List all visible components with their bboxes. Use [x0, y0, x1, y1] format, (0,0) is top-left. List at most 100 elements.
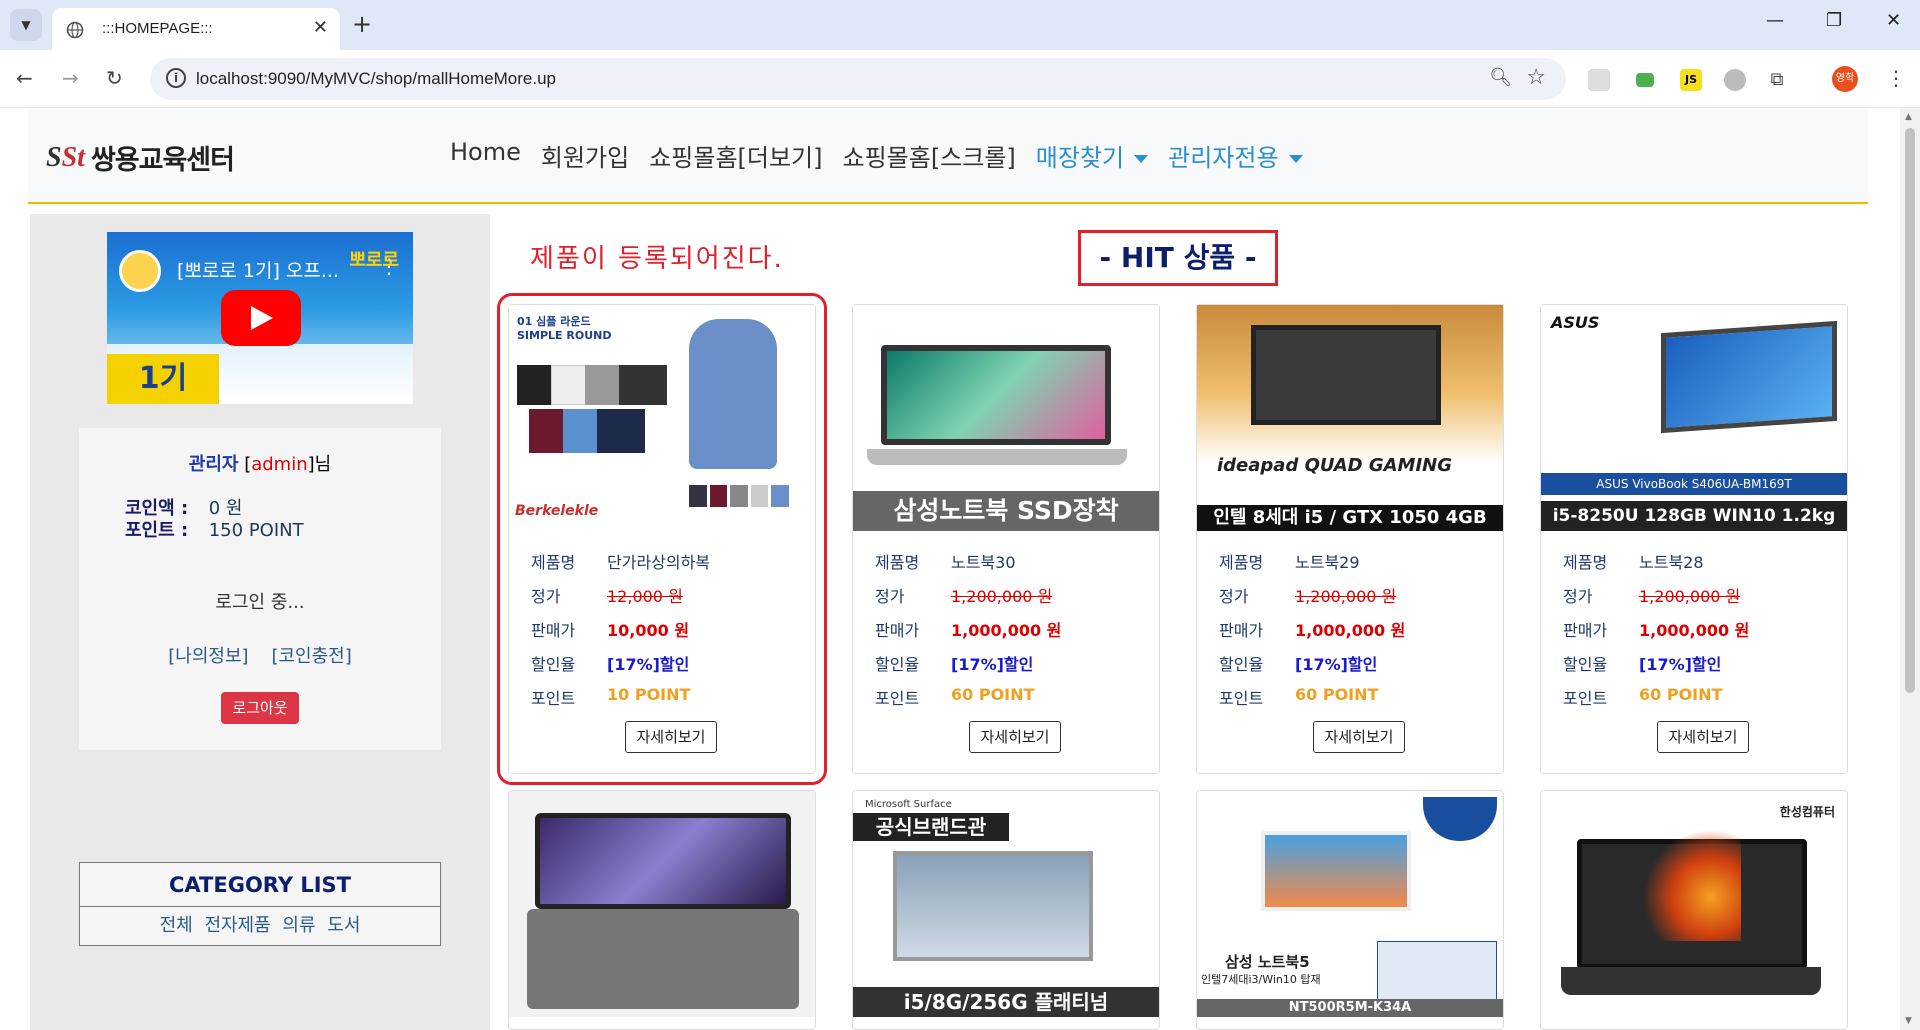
product-image-brand: 공식브랜드관: [853, 813, 1009, 841]
product-card[interactable]: ideapad QUAD GAMING 인텔 8세대 i5 / GTX 1050…: [1196, 304, 1504, 774]
product-image[interactable]: ideapad QUAD GAMING 인텔 8세대 i5 / GTX 1050…: [1197, 305, 1503, 531]
tab-title: :::HOMEPAGE:::: [102, 20, 213, 37]
menu-mall-more[interactable]: 쇼핑몰홈[더보기]: [649, 138, 822, 173]
product-name: 노트북30: [951, 553, 1016, 572]
my-info-link[interactable]: [나의정보]: [168, 646, 248, 667]
menu-store-finder-label: 매장찾기: [1035, 144, 1125, 172]
product-card[interactable]: [508, 790, 816, 1030]
product-discount: [17%]할인: [607, 655, 690, 674]
globe-icon: [66, 21, 84, 39]
close-tab-icon[interactable]: ✕: [313, 17, 328, 38]
product-image-caption: i5-8250U 128GB WIN10 1.2kg: [1541, 501, 1847, 531]
category-title: CATEGORY LIST: [80, 863, 440, 907]
product-card[interactable]: ASUS ASUS VivoBook S406UA-BM169T i5-8250…: [1540, 304, 1848, 774]
scroll-up-icon[interactable]: ▲: [1905, 112, 1912, 122]
page-scrollbar[interactable]: ▲ ▼: [1900, 108, 1920, 1030]
label-list-price: 정가: [531, 587, 561, 606]
product-point: 60 POINT: [1295, 685, 1379, 704]
video-embed[interactable]: [뽀로로 1기] 오프... ⋮ 뽀로로 1기: [107, 232, 413, 404]
minimize-icon[interactable]: —: [1766, 10, 1784, 31]
product-image[interactable]: 삼성 노트북5 인텔7세대i3/Win10 탑재 NT500R5M-K34A: [1197, 791, 1503, 1017]
product-sale-price: 1,000,000 원: [1295, 621, 1406, 640]
browser-tab[interactable]: :::HOMEPAGE::: ✕: [52, 8, 340, 50]
scroll-down-icon[interactable]: ▼: [1905, 1016, 1912, 1026]
js-extension-icon[interactable]: JS: [1680, 69, 1702, 91]
register-note: 제품이 등록되어진다.: [530, 244, 784, 274]
main-content: 제품이 등록되어진다. - HIT 상품 - 01 심플 라운드 SIMPLE …: [490, 214, 1868, 1030]
back-arrow-icon[interactable]: ←: [16, 66, 33, 90]
detail-button[interactable]: 자세히보기: [1313, 721, 1405, 753]
label-list-price: 정가: [875, 587, 905, 606]
logo-mark: SSt: [46, 141, 85, 173]
new-tab-button[interactable]: +: [352, 10, 372, 38]
close-window-icon[interactable]: ✕: [1886, 10, 1901, 31]
menu-mall-scroll[interactable]: 쇼핑몰홈[스크롤]: [843, 138, 1016, 173]
product-list-price: 12,000 원: [607, 587, 683, 606]
site-info-icon[interactable]: i: [166, 68, 186, 88]
main-menu: Home 회원가입 쇼핑몰홈[더보기] 쇼핑몰홈[스크롤] 매장찾기 관리자전용: [450, 138, 1303, 173]
menu-admin[interactable]: 관리자전용: [1168, 138, 1303, 173]
label-point: 포인트: [1563, 689, 1608, 708]
extension-icon-2[interactable]: [1636, 73, 1654, 87]
product-discount: [17%]할인: [1639, 655, 1722, 674]
label-sale-price: 판매가: [1219, 621, 1264, 640]
product-image[interactable]: [509, 791, 815, 1017]
product-card[interactable]: 삼성노트북 SSD장착 제품명 노트북30 정가 1,200,000 원 판매가 1,…: [852, 304, 1160, 774]
menu-home[interactable]: Home: [450, 138, 521, 173]
menu-signup[interactable]: 회원가입: [541, 138, 629, 173]
logout-button[interactable]: 로그아웃: [221, 692, 299, 724]
restore-icon[interactable]: ❐: [1826, 10, 1842, 31]
product-image[interactable]: ASUS ASUS VivoBook S406UA-BM169T i5-8250…: [1541, 305, 1847, 531]
category-electronics[interactable]: 전자제품: [204, 915, 270, 936]
category-clothing[interactable]: 의류: [282, 915, 315, 936]
forward-arrow-icon[interactable]: →: [62, 66, 79, 90]
zoom-icon[interactable]: 🔍︎: [1489, 67, 1512, 88]
tab-search-button[interactable]: ▼: [10, 9, 42, 41]
label-list-price: 정가: [1563, 587, 1593, 606]
product-point: 60 POINT: [1639, 685, 1723, 704]
caret-down-icon: [1288, 155, 1303, 163]
product-image[interactable]: 01 심플 라운드 SIMPLE ROUND Berkelekle: [509, 305, 815, 531]
detail-button[interactable]: 자세히보기: [1657, 721, 1749, 753]
login-info-box: 관리자 [admin]님 코인액 : 0 원 포인트 : 150 POINT 로…: [79, 428, 441, 750]
product-image-caption: 01 심플 라운드 SIMPLE ROUND: [517, 315, 612, 342]
address-bar[interactable]: i localhost:9090/MyMVC/shop/mallHomeMore…: [150, 58, 1566, 100]
product-sale-price: 1,000,000 원: [951, 621, 1062, 640]
bookmark-star-icon[interactable]: ☆: [1526, 65, 1546, 90]
product-card[interactable]: 삼성 노트북5 인텔7세대i3/Win10 탑재 NT500R5M-K34A: [1196, 790, 1504, 1030]
coin-charge-link[interactable]: [코인충전]: [271, 646, 351, 667]
product-image[interactable]: 삼성노트북 SSD장착: [853, 305, 1159, 531]
product-discount: [17%]할인: [1295, 655, 1378, 674]
product-card[interactable]: 01 심플 라운드 SIMPLE ROUND Berkelekle 제품명 단가라…: [497, 293, 827, 785]
detail-button[interactable]: 자세히보기: [625, 721, 717, 753]
user-name: 관리자: [188, 454, 239, 475]
label-discount: 할인율: [1219, 655, 1264, 674]
product-image-small: Microsoft Surface: [865, 799, 952, 810]
product-image-small: 인텔7세대i3/Win10 탑재: [1201, 973, 1321, 986]
puzzle-extensions-icon[interactable]: ⧉: [1766, 69, 1788, 91]
product-image[interactable]: Microsoft Surface 공식브랜드관 i5/8G/256G 플래티넘: [853, 791, 1159, 1017]
category-books[interactable]: 도서: [327, 915, 360, 936]
product-point: 60 POINT: [951, 685, 1035, 704]
profile-avatar[interactable]: 영학: [1832, 66, 1858, 92]
detail-button[interactable]: 자세히보기: [969, 721, 1061, 753]
url-text[interactable]: localhost:9090/MyMVC/shop/mallHomeMore.u…: [196, 69, 556, 89]
label-point: 포인트: [1219, 689, 1264, 708]
point-row: 포인트 : 150 POINT: [125, 516, 304, 542]
reload-icon[interactable]: ↻: [106, 66, 123, 90]
menu-dots-icon[interactable]: ⋮: [1886, 66, 1906, 90]
menu-store-finder[interactable]: 매장찾기: [1035, 138, 1149, 173]
product-card[interactable]: 한성컴퓨터: [1540, 790, 1848, 1030]
product-info: 제품명 노트북30 정가 1,200,000 원 판매가 1,000,000 원 할인…: [875, 549, 1061, 719]
extension-icon-1[interactable]: [1588, 69, 1610, 91]
product-name: 노트북28: [1639, 553, 1704, 572]
video-title[interactable]: [뽀로로 1기] 오프...: [177, 256, 339, 283]
site-logo[interactable]: SSt 쌍용교육센터: [46, 138, 235, 177]
label-discount: 할인율: [531, 655, 576, 674]
scrollbar-thumb[interactable]: [1905, 128, 1915, 693]
bug-extension-icon[interactable]: [1724, 69, 1746, 91]
product-card[interactable]: Microsoft Surface 공식브랜드관 i5/8G/256G 플래티넘: [852, 790, 1160, 1030]
category-all[interactable]: 전체: [160, 915, 193, 936]
play-button-icon[interactable]: [221, 290, 301, 346]
product-image[interactable]: 한성컴퓨터: [1541, 791, 1847, 1017]
